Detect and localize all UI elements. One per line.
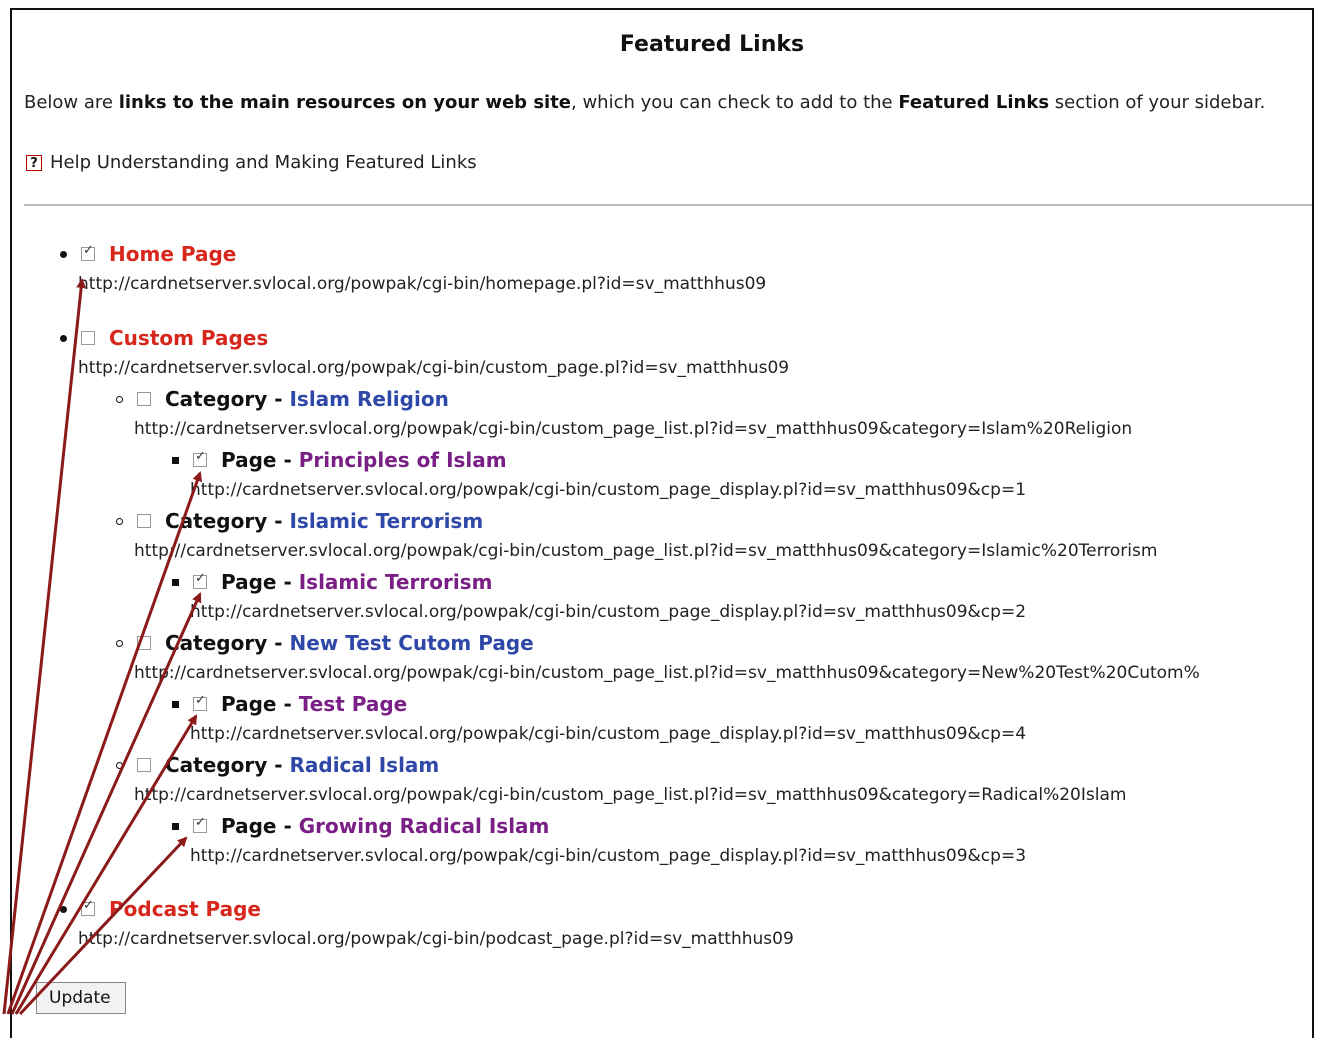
intro-bold-1: links to the main resources on your web … bbox=[118, 92, 572, 113]
page-link[interactable]: Growing Radical Islam bbox=[299, 814, 550, 838]
list-item-page-growing-radical-islam: Page - Growing Radical Islam bbox=[172, 814, 549, 838]
podcast-url: http://cardnetserver.svlocal.org/powpak/… bbox=[78, 929, 794, 949]
list-item-category-radical-islam: Category - Radical Islam bbox=[116, 753, 439, 777]
page-prefix: Page - bbox=[221, 570, 299, 594]
intro-part-3: section of your sidebar. bbox=[1049, 92, 1266, 113]
category-islamic-terrorism-checkbox[interactable] bbox=[137, 514, 151, 528]
category-link[interactable]: Islam Religion bbox=[289, 387, 448, 411]
page-label: Page - Islamic Terrorism bbox=[221, 570, 492, 594]
category-islam-religion-checkbox[interactable] bbox=[137, 392, 151, 406]
page-growing-radical-islam-checkbox[interactable] bbox=[193, 815, 207, 833]
category-prefix: Category - bbox=[165, 387, 290, 411]
hollow-bullet-icon bbox=[116, 639, 123, 647]
intro-text: Below are links to the main resources on… bbox=[24, 92, 1265, 113]
podcast-checkbox[interactable] bbox=[81, 898, 95, 916]
page-islamic-terrorism-url: http://cardnetserver.svlocal.org/powpak/… bbox=[190, 602, 1027, 622]
list-item-category-new-test-cutom-page: Category - New Test Cutom Page bbox=[116, 631, 534, 655]
intro-bold-2: Featured Links bbox=[898, 92, 1050, 113]
category-label: Category - New Test Cutom Page bbox=[165, 631, 534, 655]
category-new-test-cutom-page-url: http://cardnetserver.svlocal.org/powpak/… bbox=[134, 663, 1200, 683]
category-prefix: Category - bbox=[165, 631, 290, 655]
category-link[interactable]: Islamic Terrorism bbox=[289, 509, 483, 533]
home-url: http://cardnetserver.svlocal.org/powpak/… bbox=[78, 274, 767, 294]
podcast-label[interactable]: Podcast Page bbox=[109, 897, 261, 921]
page-principles-of-islam-url: http://cardnetserver.svlocal.org/powpak/… bbox=[190, 480, 1027, 500]
home-checkbox[interactable] bbox=[81, 243, 95, 261]
square-bullet-icon bbox=[172, 578, 179, 586]
page-label: Page - Growing Radical Islam bbox=[221, 814, 549, 838]
update-button[interactable]: Update bbox=[36, 982, 126, 1014]
category-label: Category - Radical Islam bbox=[165, 753, 439, 777]
intro-part-2: , which you can check to add to the bbox=[571, 92, 899, 113]
category-prefix: Category - bbox=[165, 753, 290, 777]
page-prefix: Page - bbox=[221, 814, 299, 838]
category-link[interactable]: New Test Cutom Page bbox=[289, 631, 533, 655]
page-principles-of-islam-checkbox[interactable] bbox=[193, 449, 207, 467]
category-link[interactable]: Radical Islam bbox=[289, 753, 439, 777]
page-prefix: Page - bbox=[221, 448, 299, 472]
square-bullet-icon bbox=[172, 456, 179, 464]
page-title: Featured Links bbox=[619, 32, 805, 57]
home-label[interactable]: Home Page bbox=[109, 242, 236, 266]
divider bbox=[24, 204, 1312, 206]
list-item-category-islam-religion: Category - Islam Religion bbox=[116, 387, 449, 411]
hollow-bullet-icon bbox=[116, 761, 123, 769]
bullet-icon bbox=[60, 905, 67, 913]
category-radical-islam-url: http://cardnetserver.svlocal.org/powpak/… bbox=[134, 785, 1127, 805]
help-link-label[interactable]: Help Understanding and Making Featured L… bbox=[50, 152, 477, 173]
list-item-page-test-page: Page - Test Page bbox=[172, 692, 407, 716]
bullet-icon bbox=[60, 250, 67, 258]
list-item-category-islamic-terrorism: Category - Islamic Terrorism bbox=[116, 509, 483, 533]
category-prefix: Category - bbox=[165, 509, 290, 533]
help-icon[interactable]: ? bbox=[26, 154, 42, 171]
intro-part-1: Below are bbox=[24, 92, 119, 113]
page-growing-radical-islam-url: http://cardnetserver.svlocal.org/powpak/… bbox=[190, 846, 1027, 866]
hollow-bullet-icon bbox=[116, 517, 123, 525]
help-link[interactable]: ? Help Understanding and Making Featured… bbox=[26, 152, 477, 173]
category-label: Category - Islam Religion bbox=[165, 387, 449, 411]
list-item-podcast: Podcast Page bbox=[60, 897, 261, 921]
page-label: Page - Test Page bbox=[221, 692, 407, 716]
page-test-page-checkbox[interactable] bbox=[193, 693, 207, 711]
featured-links-panel: Featured Links Below are links to the ma… bbox=[10, 8, 1314, 1038]
square-bullet-icon bbox=[172, 700, 179, 708]
square-bullet-icon bbox=[172, 822, 179, 830]
hollow-bullet-icon bbox=[116, 395, 123, 403]
category-radical-islam-checkbox[interactable] bbox=[137, 758, 151, 772]
page-islamic-terrorism-checkbox[interactable] bbox=[193, 571, 207, 589]
page-link[interactable]: Test Page bbox=[299, 692, 407, 716]
custom-pages-checkbox[interactable] bbox=[81, 331, 95, 345]
list-item-page-islamic-terrorism: Page - Islamic Terrorism bbox=[172, 570, 492, 594]
category-islamic-terrorism-url: http://cardnetserver.svlocal.org/powpak/… bbox=[134, 541, 1158, 561]
page-link[interactable]: Islamic Terrorism bbox=[299, 570, 493, 594]
list-item-page-principles-of-islam: Page - Principles of Islam bbox=[172, 448, 507, 472]
category-islam-religion-url: http://cardnetserver.svlocal.org/powpak/… bbox=[134, 419, 1133, 439]
page-test-page-url: http://cardnetserver.svlocal.org/powpak/… bbox=[190, 724, 1027, 744]
category-label: Category - Islamic Terrorism bbox=[165, 509, 483, 533]
page-prefix: Page - bbox=[221, 692, 299, 716]
category-new-test-cutom-page-checkbox[interactable] bbox=[137, 636, 151, 650]
bullet-icon bbox=[60, 334, 67, 342]
custom-pages-label[interactable]: Custom Pages bbox=[109, 326, 268, 350]
list-item-home: Home Page bbox=[60, 242, 236, 266]
page-link[interactable]: Principles of Islam bbox=[299, 448, 507, 472]
custom-pages-url: http://cardnetserver.svlocal.org/powpak/… bbox=[78, 358, 790, 378]
list-item-custom-pages: Custom Pages bbox=[60, 326, 268, 350]
page-label: Page - Principles of Islam bbox=[221, 448, 507, 472]
